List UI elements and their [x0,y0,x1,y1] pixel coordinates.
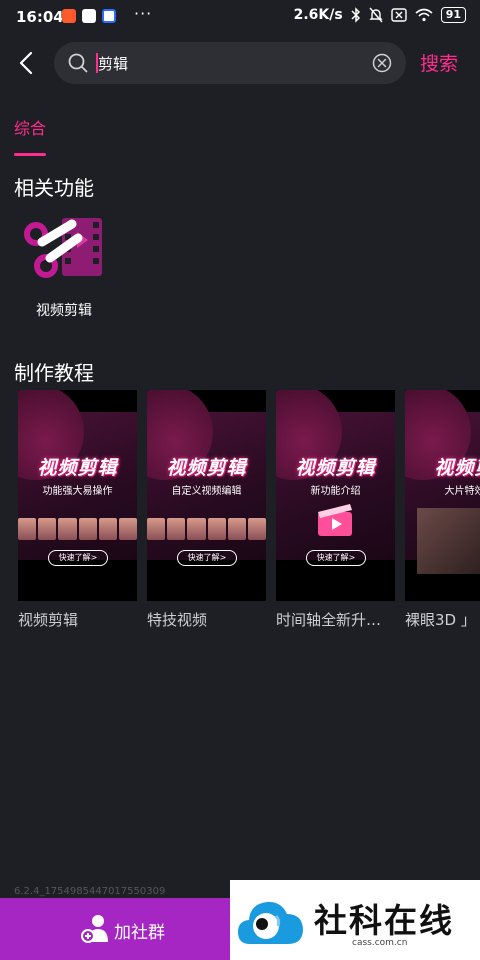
battery-indicator: 91 [440,7,466,23]
logo-text: 社科在线 [314,901,454,940]
thumbnail-subtitle: 新功能介绍 [310,486,361,497]
net-speed: 2.6K/s [293,7,343,23]
version-text: 6.2.4_1754985447017550309 [14,886,166,897]
tutorial-card[interactable]: 视频剪辑 功能强大易操作 快速了解> 视频剪辑 [18,390,137,630]
tutorial-thumbnail: 视频剪辑 功能强大易操作 快速了解> [18,390,137,601]
search-row: 搜索 [0,42,480,84]
app-notification-icon [102,9,116,23]
thumbnail-subtitle: 自定义视频编辑 [171,486,242,497]
tutorial-card-title: 视频剪辑 [18,611,79,629]
feature-video-edit-label: 视频剪辑 [36,303,92,319]
tutorial-carousel[interactable]: 视频剪辑 功能强大易操作 快速了解> 视频剪辑 视频剪辑 自定义视频编辑 快速了… [18,390,480,640]
related-functions-title: 相关功能 [14,176,94,200]
status-app-icons [62,9,116,23]
tutorial-card[interactable]: 视频剪辑 新功能介绍 快速了解> 时间轴全新升… [276,390,395,630]
tab-all[interactable]: 综合 [14,115,46,139]
cloud-logo-icon [238,901,303,944]
join-group-button[interactable]: 加社群 [0,898,230,960]
tutorial-thumbnail: 视频剪辑 新功能介绍 快速了解> [276,390,395,601]
search-box[interactable] [54,42,406,84]
logo-domain: cass.com.cn [352,938,408,948]
people-add-icon [81,915,108,943]
thumbnail-title: 视频剪 [434,457,480,479]
video-edit-icon [24,218,102,278]
search-button[interactable]: 搜索 [420,49,458,76]
tutorial-card-title: 时间轴全新升… [276,611,382,629]
bluetooth-icon [351,7,360,23]
tutorials-title: 制作教程 [14,361,94,385]
thumbnail-title: 视频剪辑 [37,457,118,479]
tutorial-card[interactable]: 视频剪辑 自定义视频编辑 快速了解> 特技视频 [147,390,266,630]
status-right: 2.6K/s 91 [294,7,466,23]
thumbnail-strip [18,518,137,540]
thumbnail-button: 快速了解> [48,550,108,566]
thumbnail-button: 快速了解> [306,550,366,566]
thumbnail-subtitle: 功能强大易操作 [42,486,113,497]
more-notifications-icon: ··· [134,4,153,23]
tutorial-card[interactable]: 视频剪 大片特效 裸眼3D 」 [405,390,480,630]
clear-icon[interactable] [372,53,392,73]
app-notification-icon [62,9,76,23]
wifi-icon [415,8,433,22]
site-logo-banner: 社科在线 cass.com.cn [230,880,480,960]
search-input[interactable] [98,50,368,76]
tutorial-thumbnail: 视频剪 大片特效 [405,390,480,601]
status-time: 16:04 [16,8,64,26]
app-notification-icon [82,9,96,23]
status-bar: 16:04 ··· 2.6K/s 91 [0,0,480,34]
thumbnail-subtitle: 大片特效 [444,486,480,497]
feature-video-edit[interactable]: 视频剪辑 [22,212,106,324]
sim-off-icon [390,8,407,22]
tab-active-indicator [14,153,46,156]
tutorial-thumbnail: 视频剪辑 自定义视频编辑 快速了解> [147,390,266,601]
mute-bell-icon [368,7,383,23]
join-group-label: 加社群 [114,923,165,943]
tutorial-card-title: 特技视频 [147,611,208,629]
thumbnail-strip [147,518,266,540]
tutorial-card-title: 裸眼3D 」 [405,611,476,629]
clapperboard-icon [318,504,352,536]
thumbnail-photo [417,508,480,574]
thumbnail-title: 视频剪辑 [295,457,376,479]
thumbnail-title: 视频剪辑 [166,457,247,479]
search-icon [68,53,88,73]
thumbnail-button: 快速了解> [177,550,237,566]
back-arrow-icon[interactable] [14,50,40,76]
